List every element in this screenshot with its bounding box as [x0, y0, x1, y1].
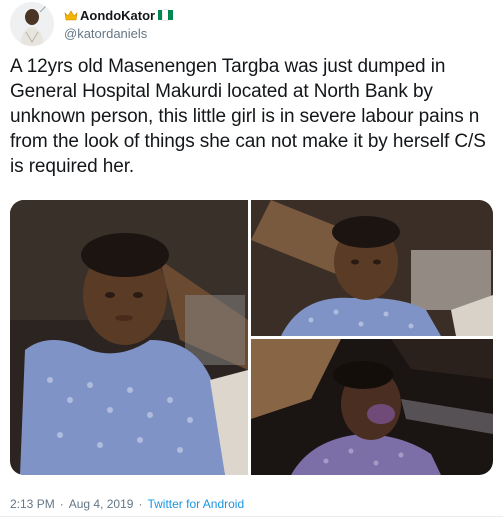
tweet-source-link[interactable]: Twitter for Android — [147, 497, 244, 511]
tweet-time[interactable]: 2:13 PM — [10, 497, 55, 511]
avatar-image — [10, 2, 54, 46]
meta-separator: · — [59, 497, 64, 511]
photo-2[interactable] — [251, 200, 493, 336]
meta-separator-2: · — [138, 497, 143, 511]
avatar[interactable] — [10, 2, 54, 46]
crown-icon — [64, 9, 78, 21]
media-grid — [10, 200, 493, 475]
photo-1[interactable] — [10, 200, 248, 475]
user-handle[interactable]: @katordaniels — [64, 26, 173, 41]
tweet-header: AondoKator @katordaniels — [10, 0, 174, 48]
tweet-card: AondoKator @katordaniels A 12yrs old Mas… — [0, 0, 503, 517]
display-name[interactable]: AondoKator — [80, 8, 155, 23]
tweet-meta: 2:13 PM · Aug 4, 2019 · Twitter for Andr… — [10, 497, 244, 511]
display-name-row[interactable]: AondoKator — [64, 8, 174, 23]
tweet-text: A 12yrs old Masenengen Targba was just d… — [10, 56, 486, 177]
nigeria-flag-icon — [158, 9, 174, 21]
photo-3[interactable] — [251, 339, 493, 475]
author-names: AondoKator @katordaniels — [64, 8, 174, 41]
tweet-date[interactable]: Aug 4, 2019 — [69, 497, 134, 511]
